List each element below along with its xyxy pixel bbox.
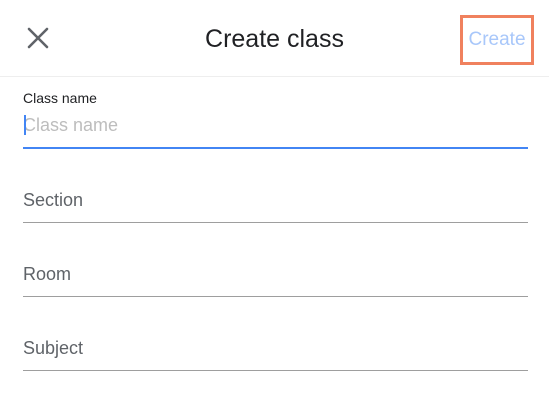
class-name-input[interactable] <box>23 112 528 138</box>
text-cursor <box>24 115 26 135</box>
subject-input[interactable] <box>23 335 528 361</box>
class-name-underline <box>23 147 528 149</box>
subject-underline <box>23 370 528 371</box>
subject-field <box>23 335 528 371</box>
create-button[interactable]: Create <box>460 15 534 65</box>
app-bar: Create class Create <box>0 0 549 77</box>
create-button-label: Create <box>468 29 526 50</box>
create-class-screen: Create class Create Class name <box>0 0 549 417</box>
section-field <box>23 187 528 223</box>
class-name-label: Class name <box>23 90 97 106</box>
section-input[interactable] <box>23 187 528 213</box>
room-underline <box>23 296 528 297</box>
section-underline <box>23 222 528 223</box>
room-input[interactable] <box>23 261 528 287</box>
room-field <box>23 261 528 297</box>
class-name-field: Class name <box>23 90 528 149</box>
